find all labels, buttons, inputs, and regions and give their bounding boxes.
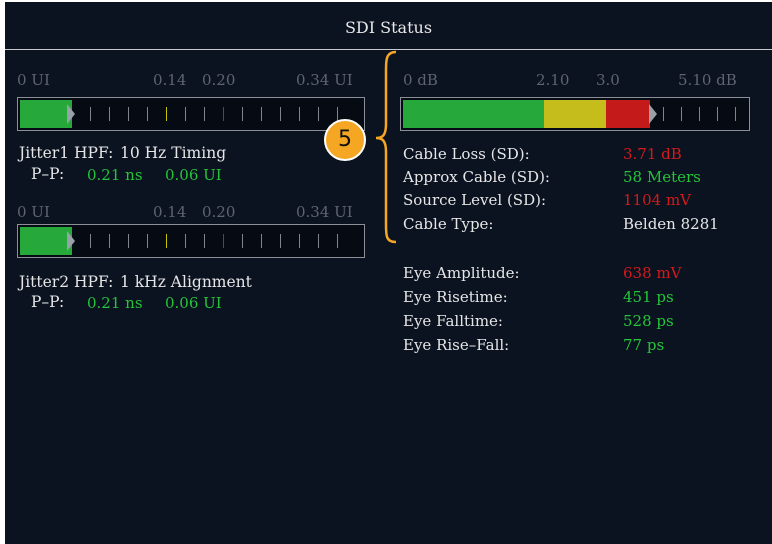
callout-number-badge: 5 [324, 119, 366, 161]
jitter1-meter-tick [261, 107, 262, 121]
jitter1-scale-max: 0.34 UI [296, 71, 353, 89]
jitter1-pp-label: P–P: [31, 165, 65, 183]
jitter2-pp-ui: 0.06 UI [165, 294, 222, 312]
jitter2-meter-tick [128, 234, 129, 248]
cable-scale-alarm: 3.0 [596, 71, 620, 89]
eye-amplitude-value: 638 mV [623, 264, 682, 282]
jitter2-scale-min: 0 UI [17, 203, 50, 221]
jitter2-meter-fill [20, 227, 72, 255]
jitter1-meter-tick [299, 107, 300, 121]
jitter2-meter-tick [90, 234, 91, 248]
jitter1-meter-fill [20, 100, 72, 128]
jitter2-meter-tick [261, 234, 262, 248]
cable-level-marker [649, 104, 657, 124]
jitter1-pp-ui: 0.06 UI [165, 166, 222, 184]
jitter1-pp-ns: 0.21 ns [87, 166, 143, 184]
cable-meter-green-zone [403, 100, 544, 128]
eye-rise-fall-label: Eye Rise–Fall: [403, 336, 510, 354]
cable-meter-tick [663, 107, 664, 121]
cable-loss-value: 3.71 dB [623, 145, 682, 163]
jitter1-meter-tick [280, 107, 281, 121]
jitter2-meter-tick [109, 234, 110, 248]
eye-risetime-value: 451 ps [623, 288, 674, 306]
cable-meter-red-zone [606, 100, 650, 128]
jitter1-meter-tick [147, 107, 148, 121]
jitter2-meter-tick [280, 234, 281, 248]
jitter2-meter-tick [185, 234, 186, 248]
cable-scale-max: 5.10 dB [678, 71, 737, 89]
eye-amplitude-label: Eye Amplitude: [403, 264, 520, 282]
cable-loss-meter [400, 97, 750, 131]
jitter1-meter-tick [90, 107, 91, 121]
jitter2-scale-max: 0.34 UI [296, 203, 353, 221]
jitter1-meter-tick [242, 107, 243, 121]
jitter1-scale-min: 0 UI [17, 71, 50, 89]
jitter1-meter [17, 97, 365, 131]
jitter1-label: Jitter1 HPF: [19, 144, 114, 162]
jitter1-meter-tick [318, 107, 319, 121]
jitter2-meter-tick [147, 234, 148, 248]
jitter1-meter-tick [128, 107, 129, 121]
jitter2-scale-caution: 0.14 [153, 203, 187, 221]
jitter2-scale-alarm: 0.20 [202, 203, 236, 221]
cable-meter-tick [735, 107, 736, 121]
jitter1-scale-caution: 0.14 [153, 71, 187, 89]
callout-brace [375, 50, 397, 244]
jitter1-level-marker [67, 104, 75, 124]
jitter2-hpf-value: 1 kHz Alignment [120, 273, 252, 291]
jitter1-meter-tick [204, 107, 205, 121]
source-level-label: Source Level (SD): [403, 191, 546, 209]
eye-falltime-label: Eye Falltime: [403, 312, 503, 330]
jitter2-level-marker [67, 231, 75, 251]
jitter2-meter-tick [166, 234, 167, 248]
cable-meter-tick [681, 107, 682, 121]
eye-falltime-value: 528 ps [623, 312, 674, 330]
approx-cable-value: 58 Meters [623, 168, 701, 186]
cable-scale-caution: 2.10 [536, 71, 570, 89]
cable-meter-tick [699, 107, 700, 121]
jitter2-pp-ns: 0.21 ns [87, 294, 143, 312]
cable-type-label: Cable Type: [403, 215, 494, 233]
source-level-value: 1104 mV [623, 191, 691, 209]
jitter2-meter-tick [299, 234, 300, 248]
jitter2-meter-tick [242, 234, 243, 248]
jitter1-hpf-value: 10 Hz Timing [120, 144, 227, 162]
jitter1-meter-tick [337, 107, 338, 121]
jitter1-meter-tick [223, 107, 224, 121]
jitter2-label: Jitter2 HPF: [19, 273, 114, 291]
jitter2-meter [17, 224, 365, 258]
jitter1-meter-tick [166, 107, 167, 121]
jitter1-meter-tick [109, 107, 110, 121]
jitter2-pp-label: P–P: [31, 293, 65, 311]
jitter2-meter-tick [337, 234, 338, 248]
jitter2-meter-tick [223, 234, 224, 248]
page-title: SDI Status [344, 18, 433, 37]
jitter1-meter-tick [185, 107, 186, 121]
cable-meter-yellow-zone [544, 100, 606, 128]
eye-rise-fall-value: 77 ps [623, 336, 665, 354]
cable-meter-tick [717, 107, 718, 121]
approx-cable-label: Approx Cable (SD): [403, 168, 550, 186]
eye-risetime-label: Eye Risetime: [403, 288, 508, 306]
cable-type-value: Belden 8281 [623, 215, 719, 233]
jitter2-meter-tick [204, 234, 205, 248]
cable-loss-label: Cable Loss (SD): [403, 145, 530, 163]
sdi-status-screen: SDI Status 0 UI 0.14 0.20 0.34 UI Jitter… [5, 2, 772, 544]
jitter1-scale-alarm: 0.20 [202, 71, 236, 89]
jitter2-meter-tick [318, 234, 319, 248]
